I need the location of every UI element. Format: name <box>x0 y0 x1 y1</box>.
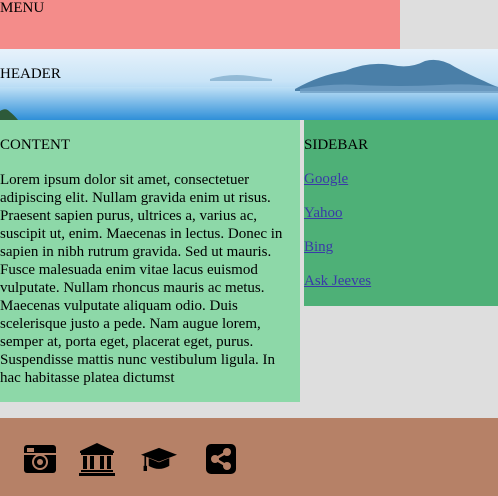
link-yahoo[interactable]: Yahoo <box>304 205 343 221</box>
menu-bar: MENU <box>0 0 400 49</box>
header-landscape-image <box>0 59 498 120</box>
link-ask-jeeves[interactable]: Ask Jeeves <box>304 273 371 289</box>
share-icon[interactable] <box>204 442 240 476</box>
sidebar-item: Bing <box>304 238 371 272</box>
menu-label: MENU <box>0 0 45 16</box>
institution-icon[interactable] <box>79 442 115 476</box>
content-panel: CONTENT Lorem ipsum dolor sit amet, cons… <box>0 120 300 402</box>
link-google[interactable]: Google <box>304 171 348 187</box>
header-label: HEADER <box>0 66 61 82</box>
link-bing[interactable]: Bing <box>304 239 333 255</box>
sidebar-item: Google <box>304 170 371 204</box>
sidebar-item: Yahoo <box>304 204 371 238</box>
graduation-cap-icon[interactable] <box>141 442 177 476</box>
footer-bar <box>0 418 498 496</box>
sidebar-link-list: Google Yahoo Bing Ask Jeeves <box>304 170 371 306</box>
sidebar-panel: SIDEBAR Google Yahoo Bing Ask Jeeves <box>304 120 498 306</box>
content-heading: CONTENT <box>0 137 70 153</box>
sidebar-heading: SIDEBAR <box>304 137 369 153</box>
content-body: Lorem ipsum dolor sit amet, consectetuer… <box>0 172 283 386</box>
camera-icon[interactable] <box>22 442 58 476</box>
sidebar-item: Ask Jeeves <box>304 272 371 306</box>
header-banner: HEADER <box>0 49 498 120</box>
